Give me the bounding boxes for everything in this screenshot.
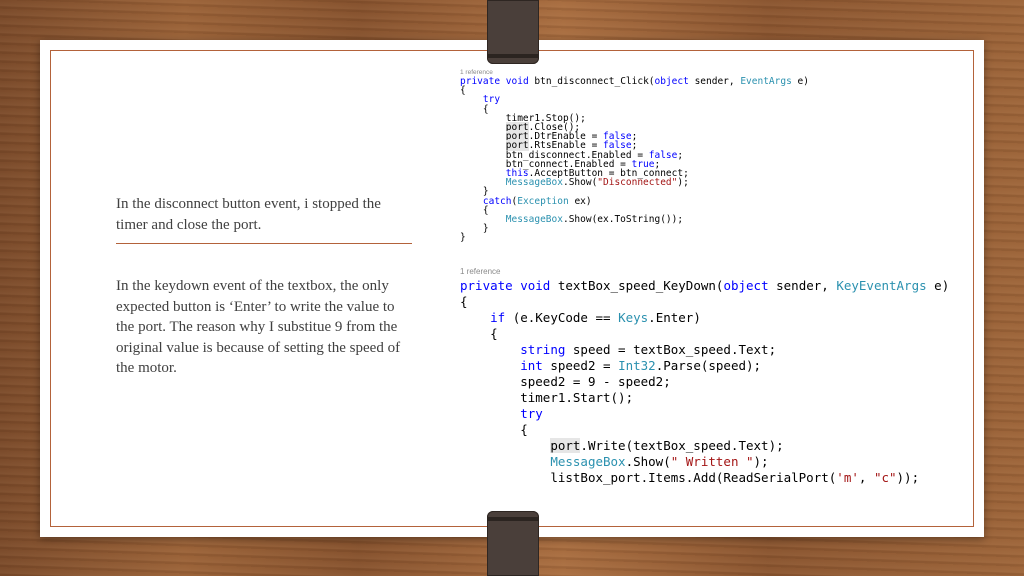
code-line: } (482, 223, 489, 235)
code-line: MessageBox.Show("Disconnected"); (505, 177, 689, 189)
code-line: MessageBox.Show(" Written "); (550, 454, 769, 469)
code-line: } (460, 232, 466, 244)
keydown-explanation-text: In the keydown event of the textbox, the… (116, 278, 401, 376)
text-divider (116, 243, 412, 244)
code-line: catch(Exception ex) (482, 195, 592, 207)
code-line: { (460, 85, 466, 97)
code-line: port.Write(textBox_speed.Text); (550, 438, 784, 453)
code-line: private void btn_disconnect_Click(object… (460, 76, 809, 87)
code-line: speed2 = 9 - speed2; (520, 374, 671, 389)
code-line: try (520, 406, 543, 421)
code-line: try (482, 94, 501, 106)
top-binder-strap (487, 0, 539, 64)
code-line: { (520, 422, 528, 437)
disconnect-explanation-text: In the disconnect button event, i stoppe… (116, 196, 381, 233)
code-line: MessageBox.Show(ex.ToString()); (505, 214, 684, 226)
code-line: listBox_port.Items.Add(ReadSerialPort('m… (550, 470, 920, 485)
code-snippet-disconnect: 1 reference private void btn_disconnect_C… (460, 69, 918, 245)
code-line: timer1.Start(); (520, 390, 634, 405)
code-line: int speed2 = Int32.Parse(speed); (520, 358, 762, 373)
bottom-binder-strap (487, 511, 539, 576)
code-line: { (460, 294, 468, 309)
code-line: { (490, 326, 498, 341)
code-line: private void textBox_speed_KeyDown(objec… (460, 278, 950, 293)
code-snippet-keydown: 1 reference private void textBox_speed_Ke… (460, 265, 950, 486)
code-line: string speed = textBox_speed.Text; (520, 342, 777, 357)
code-line: if (e.KeyCode == Keys.Enter) (490, 310, 701, 325)
reference-count: 1 reference (460, 267, 501, 276)
